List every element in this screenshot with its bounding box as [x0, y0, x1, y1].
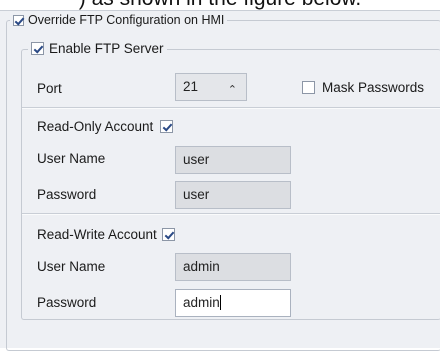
port-label: Port	[37, 81, 62, 96]
read-write-toggle[interactable]: Read-Write Account	[37, 227, 175, 242]
ftp-settings-panel: Override FTP Configuration on HMI Enable…	[0, 10, 440, 351]
mask-passwords-toggle[interactable]: Mask Passwords	[302, 80, 424, 95]
enable-ftp-checkbox[interactable]	[31, 42, 44, 55]
read-write-password-value: admin	[183, 295, 220, 310]
enable-ftp-label: Enable FTP Server	[49, 41, 164, 56]
read-only-username-field[interactable]: user	[175, 146, 291, 174]
read-write-username-field[interactable]: admin	[175, 253, 291, 281]
read-write-password-label: Password	[37, 295, 97, 310]
divider-highlight	[22, 108, 440, 109]
read-only-checkbox[interactable]	[160, 120, 174, 133]
mask-passwords-checkbox[interactable]	[302, 81, 315, 94]
override-ftp-label: Override FTP Configuration on HMI	[28, 13, 225, 27]
port-stepper[interactable]: 21 ⌃	[175, 73, 247, 101]
port-value: 21	[183, 79, 199, 94]
mask-passwords-label: Mask Passwords	[322, 80, 425, 95]
read-write-password-field[interactable]: admin	[175, 289, 291, 317]
read-only-password-field[interactable]: user	[175, 181, 291, 209]
override-ftp-checkbox[interactable]	[13, 14, 24, 26]
text-caret	[219, 295, 221, 310]
read-write-checkbox[interactable]	[161, 228, 175, 241]
read-only-toggle[interactable]: Read-Only Account	[37, 119, 174, 134]
read-write-label: Read-Write Account	[37, 227, 157, 242]
override-ftp-toggle[interactable]: Override FTP Configuration on HMI	[10, 13, 228, 27]
read-only-password-label: Password	[37, 187, 97, 202]
divider-highlight	[22, 214, 440, 215]
read-write-username-label: User Name	[37, 259, 106, 274]
enable-ftp-toggle[interactable]: Enable FTP Server	[28, 41, 167, 56]
read-only-label: Read-Only Account	[37, 119, 154, 134]
read-only-username-label: User Name	[37, 151, 106, 166]
chevron-up-icon[interactable]: ⌃	[228, 77, 237, 103]
